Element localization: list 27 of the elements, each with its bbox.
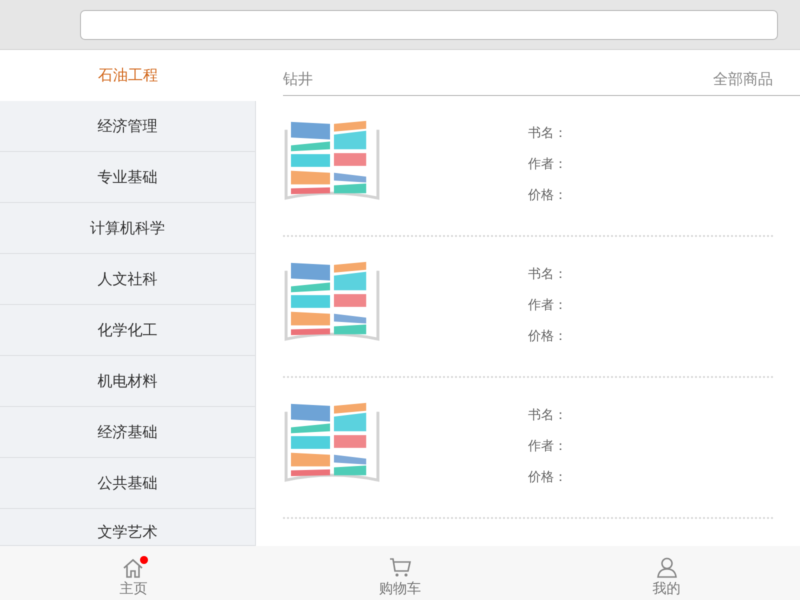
book-field-label: 价格：	[528, 328, 567, 345]
category-item[interactable]: 计算机科学	[0, 203, 256, 254]
user-icon	[656, 557, 677, 578]
cart-icon	[389, 557, 411, 578]
book-field-label: 书名：	[528, 125, 567, 142]
book-field-label: 价格：	[528, 469, 567, 486]
category-item[interactable]: 经济管理	[0, 101, 256, 152]
category-item[interactable]: 公共基础	[0, 458, 256, 509]
category-item[interactable]: 文学艺术	[0, 509, 256, 546]
book-field-label: 书名：	[528, 407, 567, 424]
all-products-link[interactable]: 全部商品	[713, 70, 773, 89]
category-item[interactable]: 机电材料	[0, 356, 256, 407]
search-field[interactable]	[80, 10, 778, 40]
tab-bar-item[interactable]: 我的	[533, 546, 800, 600]
book-field-label: 价格：	[528, 187, 567, 204]
tab-bar-item[interactable]: 购物车	[266, 546, 534, 600]
category-item[interactable]: 化学化工	[0, 305, 256, 356]
book-field-label: 作者：	[528, 156, 567, 173]
section-title: 钻井	[283, 70, 313, 89]
tab-bar-item[interactable]: 主页	[0, 546, 267, 600]
book-field-label: 作者：	[528, 297, 567, 314]
book-field-label: 作者：	[528, 438, 567, 455]
category-item[interactable]: 人文社科	[0, 254, 256, 305]
home-icon	[122, 558, 144, 578]
category-item[interactable]: 经济基础	[0, 407, 256, 458]
book-field-label: 书名：	[528, 266, 567, 283]
category-item[interactable]: 专业基础	[0, 152, 256, 203]
